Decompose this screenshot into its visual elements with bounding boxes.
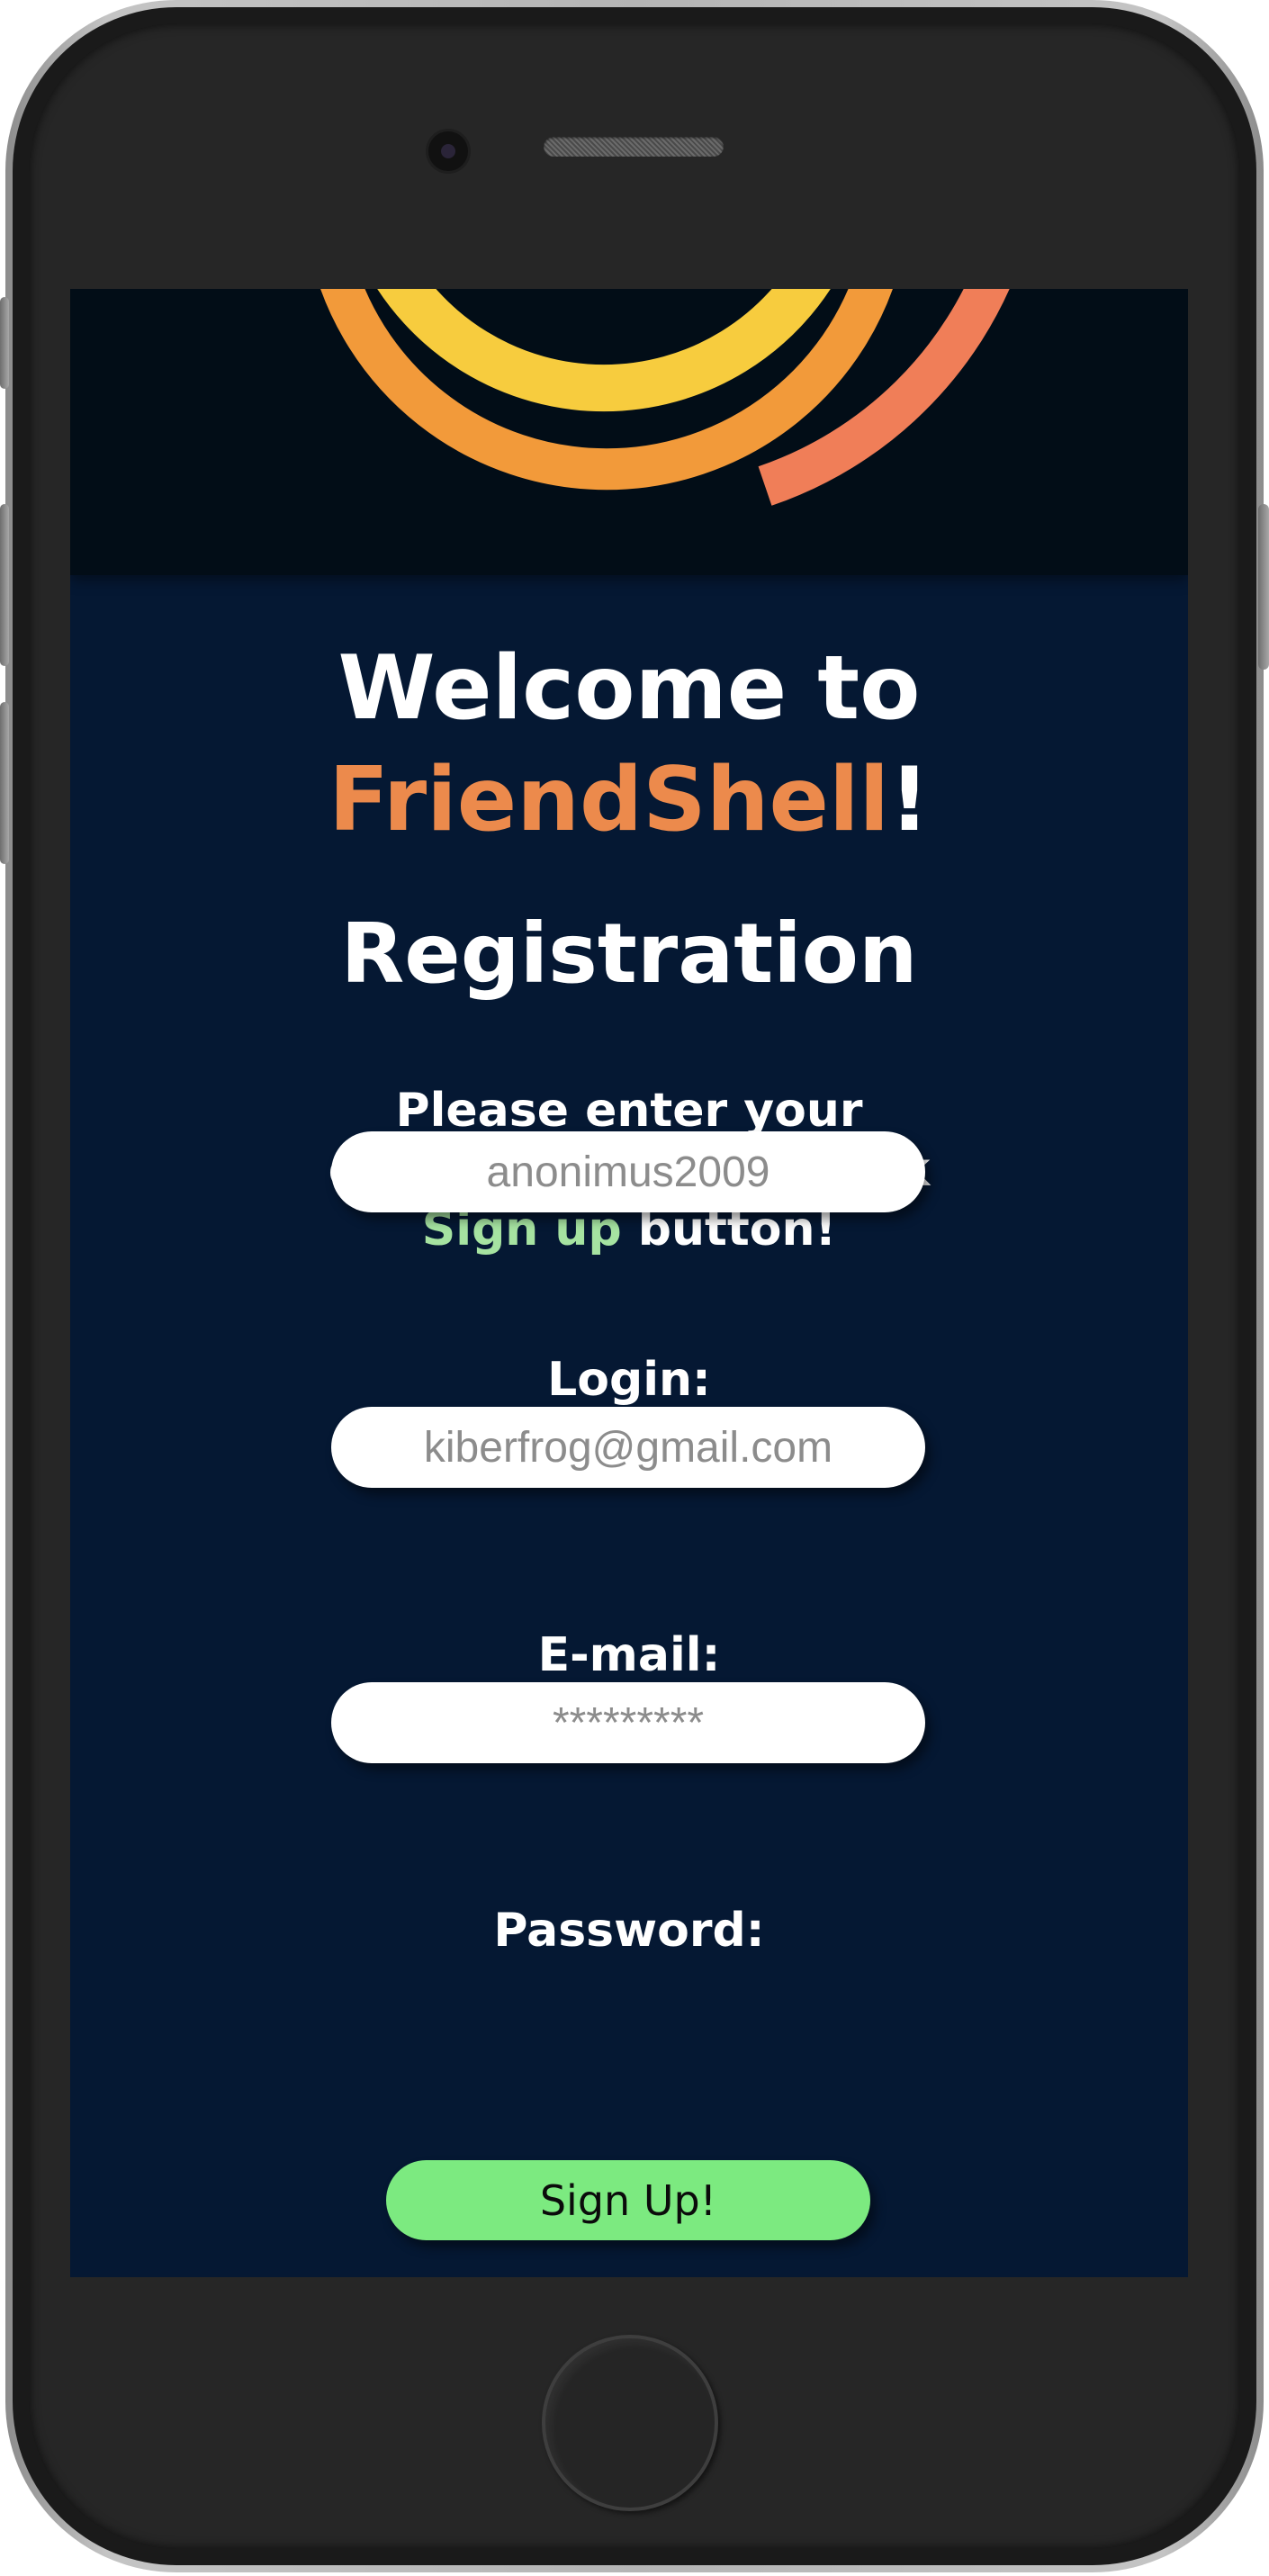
front-camera: [428, 131, 468, 171]
hero-banner: [70, 289, 1188, 575]
login-input[interactable]: [331, 1131, 925, 1212]
email-label: E-mail:: [537, 1628, 721, 1682]
page-title: Registration: [340, 905, 918, 1002]
welcome-heading: Welcome to FriendShell!: [70, 633, 1188, 856]
friendshell-logo-icon: [320, 289, 1010, 506]
side-button-volume-up: [0, 504, 9, 666]
app-screen: Welcome to FriendShell! Registration Ple…: [70, 289, 1188, 2277]
welcome-prefix: Welcome to: [338, 637, 921, 740]
side-button-silent: [0, 297, 9, 389]
login-label: Login:: [547, 1353, 711, 1407]
password-input[interactable]: [331, 1682, 925, 1763]
earpiece-speaker: [544, 137, 724, 157]
logo-yellow-arc: [377, 289, 831, 412]
sign-up-button[interactable]: Sign Up!: [386, 2160, 870, 2240]
password-label: Password:: [493, 1904, 765, 1958]
email-input[interactable]: [331, 1407, 925, 1488]
welcome-exclamation: !: [889, 749, 930, 851]
side-button-volume-down: [0, 702, 9, 864]
side-button-power: [1258, 504, 1269, 670]
home-button[interactable]: [542, 2335, 718, 2511]
brand-name: FriendShell: [328, 749, 890, 851]
